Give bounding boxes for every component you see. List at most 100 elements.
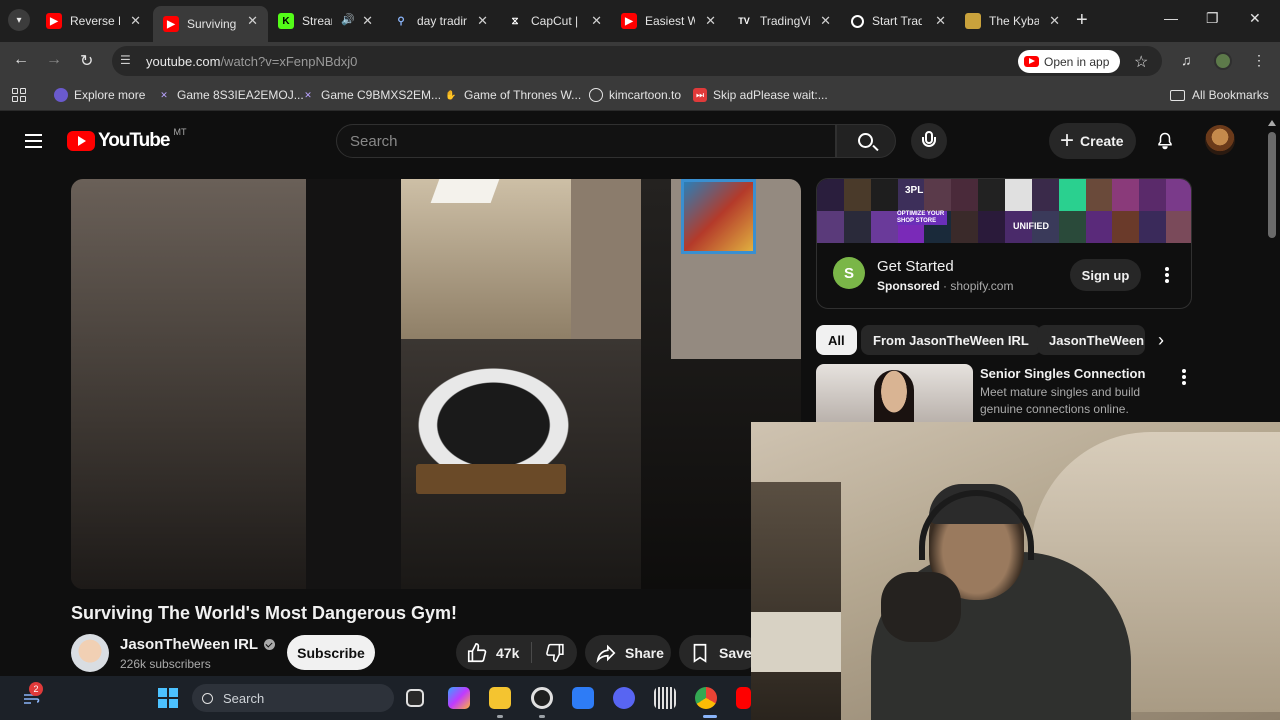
forward-button[interactable]: → — [46, 51, 62, 69]
logo-text: YouTube — [98, 130, 170, 151]
all-bookmarks-button[interactable]: All Bookmarks — [1170, 88, 1269, 102]
discord-icon[interactable] — [613, 687, 635, 709]
menu-dots-icon[interactable]: ⋮ — [1252, 52, 1266, 69]
channel-avatar[interactable] — [71, 634, 109, 672]
bookmark-kimcartoon[interactable]: kimcartoon.to — [589, 88, 681, 102]
tab-stream[interactable]: K Strean 🔊 ✕ — [268, 6, 383, 36]
bookmark-explore-more[interactable]: Explore more — [54, 88, 145, 102]
skip-icon: ⏭ — [693, 88, 707, 102]
subscriber-count: 226k subscribers — [120, 657, 211, 671]
share-button[interactable]: Share — [585, 635, 671, 670]
ad-domain: shopify.com — [950, 279, 1014, 293]
close-icon[interactable]: ✕ — [705, 13, 716, 29]
video-player[interactable] — [71, 179, 801, 589]
tab-capcut[interactable]: ⧖ CapCut | ✕ — [497, 6, 612, 36]
task-view-icon[interactable] — [406, 689, 424, 707]
video-frame-region — [571, 179, 651, 359]
voice-search-button[interactable] — [911, 123, 947, 159]
notifications-bell-icon[interactable] — [1156, 132, 1174, 150]
media-app-icon[interactable] — [531, 687, 553, 709]
plus-icon: + — [1060, 127, 1075, 154]
address-bar[interactable]: ☰ youtube.com/watch?v=xFenpNBdxj0 Open i… — [112, 46, 1162, 76]
channel-name[interactable]: JasonTheWeen IRL — [120, 636, 276, 653]
bookmark-game-2[interactable]: ✕ Game C9BMXS2EM... — [301, 88, 441, 102]
profile-avatar[interactable] — [1214, 52, 1232, 70]
close-icon[interactable]: ✕ — [130, 13, 141, 29]
dislike-button[interactable] — [540, 642, 570, 663]
ad-sponsored-line: Sponsored · shopify.com — [877, 279, 1014, 293]
url-text: youtube.com/watch?v=xFenpNBdxj0 — [146, 54, 358, 69]
close-icon[interactable]: ✕ — [820, 13, 831, 29]
close-window-button[interactable]: ✕ — [1249, 10, 1261, 27]
video-frame-region — [430, 179, 500, 203]
bookmark-star-icon[interactable]: ☆ — [1134, 52, 1148, 72]
reco-thumbnail[interactable] — [816, 364, 973, 424]
speaker-icon[interactable]: 🔊 — [341, 13, 355, 26]
create-label: Create — [1080, 133, 1124, 149]
create-button[interactable]: + Create — [1049, 123, 1136, 159]
tab-surviving[interactable]: ▶ Surviving ✕ — [153, 6, 268, 42]
subscribe-button[interactable]: Subscribe — [287, 635, 375, 670]
bookmark-label: Skip adPlease wait:... — [713, 88, 828, 102]
tab-easiest[interactable]: ▶ Easiest W ✕ — [611, 6, 726, 36]
chrome-icon[interactable] — [695, 687, 717, 709]
account-avatar[interactable] — [1205, 125, 1235, 155]
reload-button[interactable]: ↻ — [80, 51, 93, 71]
tab-title: CapCut | — [531, 14, 579, 28]
scroll-up-arrow[interactable] — [1268, 120, 1276, 126]
maximize-button[interactable]: ❐ — [1206, 10, 1219, 27]
channel-name-label: JasonTheWeen IRL — [120, 636, 259, 653]
tab-tradingview[interactable]: TV TradingVi ✕ — [726, 6, 841, 36]
tab-day-trading[interactable]: ⚲ day tradir ✕ — [383, 6, 498, 36]
webcam-overlay — [751, 422, 1280, 720]
bookmark-label: kimcartoon.to — [609, 88, 682, 102]
bookmark-skip-ad[interactable]: ⏭ Skip adPlease wait:... — [693, 88, 828, 102]
tab-title: Surviving — [187, 17, 237, 31]
close-icon[interactable]: ✕ — [247, 13, 258, 29]
ad-more-icon[interactable] — [1165, 267, 1169, 285]
close-icon[interactable]: ✕ — [477, 13, 488, 29]
apps-grid-icon[interactable] — [12, 88, 26, 102]
chip-from-channel[interactable]: From JasonTheWeen IRL — [861, 325, 1041, 355]
new-tab-button[interactable]: + — [1076, 10, 1088, 30]
audio-app-icon[interactable] — [654, 687, 676, 709]
outlook-icon[interactable] — [572, 687, 594, 709]
close-icon[interactable]: ✕ — [1049, 13, 1060, 29]
tab-kybalion[interactable]: The Kybal ✕ — [955, 6, 1070, 36]
file-explorer-icon[interactable] — [489, 687, 511, 709]
close-icon[interactable]: ✕ — [591, 13, 602, 29]
chevron-right-icon[interactable]: › — [1158, 330, 1164, 351]
minimize-button[interactable]: — — [1164, 10, 1178, 26]
media-controls-icon[interactable]: ♫ — [1181, 52, 1192, 68]
search-button[interactable] — [836, 124, 896, 158]
tab-reverse[interactable]: ▶ Reverse K ✕ — [36, 6, 151, 36]
save-button[interactable]: Save — [679, 635, 759, 670]
copilot-icon[interactable] — [448, 687, 470, 709]
bookmark-game-1[interactable]: ✕ Game 8S3IEA2EMOJ... — [157, 88, 304, 102]
back-button[interactable]: ← — [13, 51, 29, 69]
close-icon[interactable]: ✕ — [935, 13, 946, 29]
site-info-icon[interactable]: ☰ — [120, 53, 131, 67]
youtube-logo[interactable]: YouTube MT — [67, 127, 186, 152]
youtube-app-icon[interactable] — [736, 687, 751, 709]
app-active-indicator — [703, 715, 717, 718]
open-in-app-button[interactable]: Open in app — [1018, 50, 1120, 73]
taskbar-search[interactable]: Search — [192, 684, 394, 712]
chip-all[interactable]: All — [816, 325, 857, 355]
reco-title[interactable]: Senior Singles Connection — [980, 366, 1145, 381]
search-box[interactable] — [336, 124, 836, 158]
webcam-scene — [751, 482, 841, 720]
reco-more-icon[interactable] — [1182, 369, 1186, 387]
windows-start-icon[interactable] — [158, 688, 178, 708]
like-button[interactable]: 47k — [456, 635, 529, 670]
tab-search-button[interactable]: ▾ — [8, 9, 30, 31]
search-input[interactable] — [337, 125, 835, 157]
close-icon[interactable]: ✕ — [362, 13, 373, 29]
chip-channel[interactable]: JasonTheWeen — [1037, 325, 1145, 355]
scrollbar-thumb[interactable] — [1268, 132, 1276, 238]
ad-signup-button[interactable]: Sign up — [1070, 259, 1141, 291]
bookmark-game-of-thrones[interactable]: ✋ Game of Thrones W... — [444, 88, 581, 102]
hamburger-menu-icon[interactable] — [25, 134, 42, 148]
sponsored-ad-card[interactable]: 3PL OPTIMIZE YOUR SHOP STORE UNIFIED S G… — [816, 178, 1192, 309]
tab-start-trading[interactable]: Start Trad ✕ — [841, 6, 956, 36]
